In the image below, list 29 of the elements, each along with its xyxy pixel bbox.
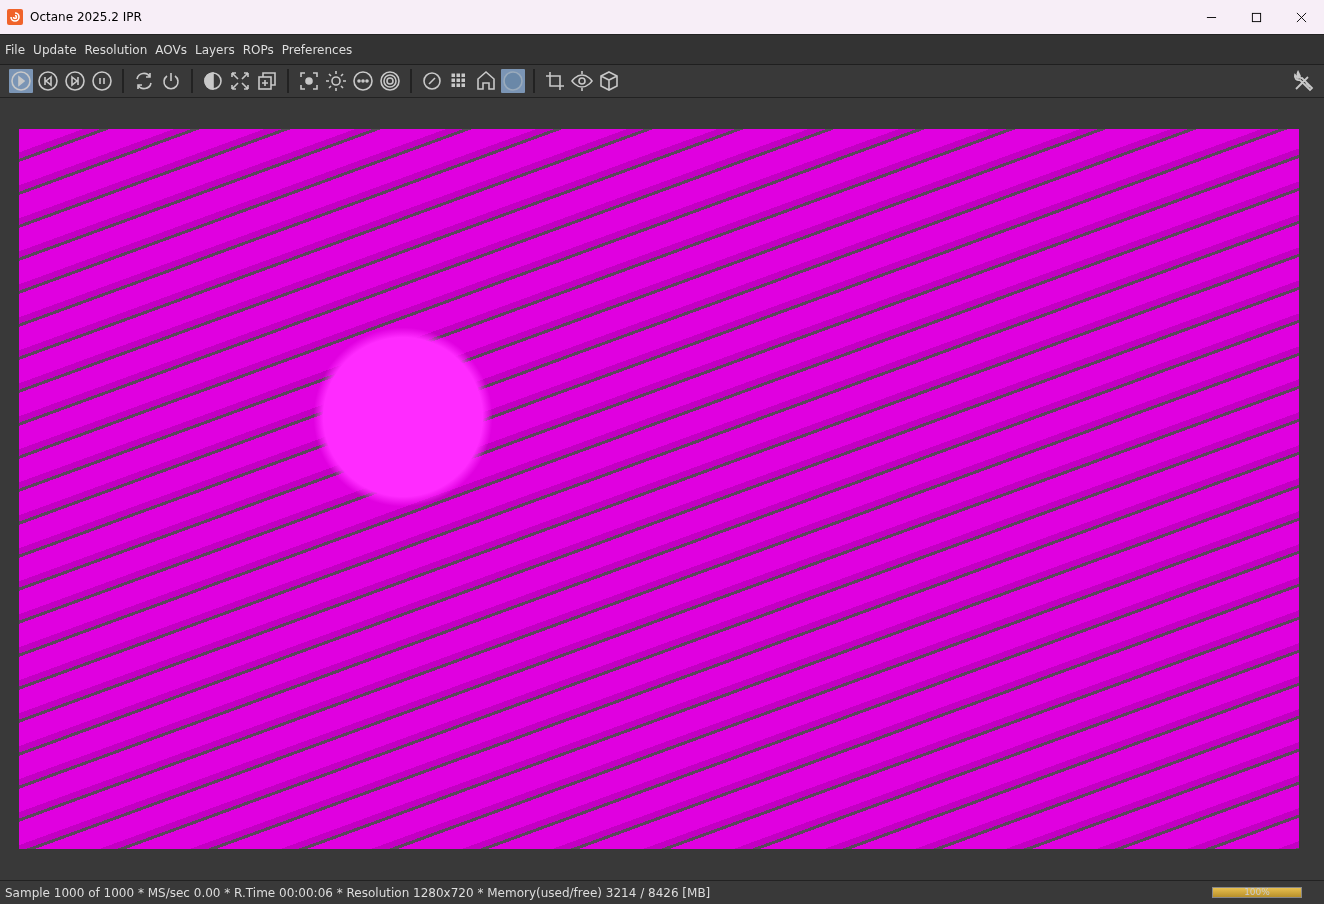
menu-item[interactable]: Preferences — [281, 42, 353, 57]
window-title: Octane 2025.2 IPR — [30, 10, 142, 24]
maximize-icon[interactable] — [1251, 11, 1262, 23]
menu-item[interactable]: ROPs — [242, 42, 274, 57]
skip-forward-icon[interactable] — [63, 69, 87, 93]
tools-icon[interactable] — [1292, 69, 1316, 93]
progress-label: 100% — [1244, 888, 1270, 897]
pause-icon[interactable] — [90, 69, 114, 93]
expand-icon[interactable] — [228, 69, 252, 93]
menu-item[interactable]: AOVs — [155, 42, 187, 57]
crop-icon[interactable] — [543, 69, 567, 93]
dots-icon[interactable] — [351, 69, 375, 93]
menu-item[interactable]: Resolution — [84, 42, 148, 57]
eye-icon[interactable] — [570, 69, 594, 93]
skip-back-icon[interactable] — [36, 69, 60, 93]
sun-icon[interactable] — [324, 69, 348, 93]
dial-icon[interactable] — [420, 69, 444, 93]
status-text: Sample 1000 of 1000 * MS/sec 0.00 * R.Time 00:00:06 * Resolution 1280x720 * Memory(used/free) 3214 / 8426 [MB] — [5, 885, 711, 900]
home-icon[interactable] — [474, 69, 498, 93]
menu-item[interactable]: File — [5, 42, 26, 57]
menu-item[interactable]: Layers — [194, 42, 235, 57]
contrast-icon[interactable] — [201, 69, 225, 93]
cube-icon[interactable] — [597, 69, 621, 93]
focus-icon[interactable] — [297, 69, 321, 93]
target-icon[interactable] — [378, 69, 402, 93]
close-icon[interactable] — [1296, 11, 1307, 23]
menu-item[interactable]: Update — [33, 42, 77, 57]
app-logo-icon — [7, 9, 23, 25]
add-copy-icon[interactable] — [255, 69, 279, 93]
